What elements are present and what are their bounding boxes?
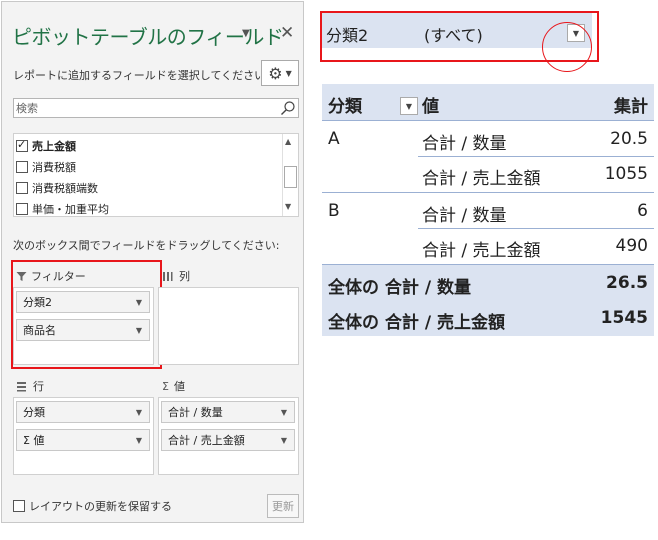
row-chip-values[interactable]: Σ 値 ▼ bbox=[16, 429, 150, 451]
choose-fields-label: レポートに追加するフィールドを選択してください: bbox=[13, 69, 269, 82]
field-checkbox[interactable] bbox=[16, 161, 28, 173]
chip-label: Σ 値 bbox=[23, 434, 45, 447]
search-input[interactable] bbox=[16, 101, 276, 115]
value-chip-sum-quantity[interactable]: 合計 / 数量 ▼ bbox=[161, 401, 295, 423]
pivottable-fields-pane: ピボットテーブルのフィールド ▼ ✕ レポートに追加するフィールドを選択してくだ… bbox=[1, 1, 304, 523]
pivot-header-row: 分類 値 集計 ▼ bbox=[322, 84, 654, 120]
scroll-up-icon[interactable]: ▲ bbox=[285, 137, 291, 146]
field-checkbox[interactable] bbox=[16, 203, 28, 215]
scroll-down-icon[interactable]: ▼ bbox=[285, 202, 291, 211]
header-total: 集計 bbox=[614, 97, 648, 117]
chip-label: 分類 bbox=[23, 406, 45, 419]
defer-label: レイアウトの更新を保留する bbox=[29, 500, 172, 513]
search-icon[interactable] bbox=[280, 100, 296, 116]
field-list-scrollbar[interactable]: ▲ ▼ bbox=[282, 134, 298, 216]
chevron-down-icon[interactable]: ▼ bbox=[136, 436, 142, 445]
table-row: 合計 / 売上金額 1055 bbox=[322, 156, 654, 192]
filter-area-highlight bbox=[11, 260, 162, 369]
total-value: 26.5 bbox=[606, 273, 648, 293]
row-group-label: A bbox=[328, 129, 340, 149]
header-category: 分類 bbox=[328, 97, 362, 117]
search-box[interactable] bbox=[13, 98, 299, 118]
field-label: 消費税額 bbox=[32, 161, 76, 174]
table-row: B 合計 / 数量 6 bbox=[322, 192, 654, 228]
row-label-dropdown-button[interactable]: ▼ bbox=[400, 97, 418, 115]
row-value: 1055 bbox=[604, 164, 648, 184]
field-label: 消費税額端数 bbox=[32, 182, 98, 195]
value-chip-sum-sales[interactable]: 合計 / 売上金額 ▼ bbox=[161, 429, 295, 451]
rows-area-title: 行 bbox=[16, 378, 44, 394]
update-button[interactable]: 更新 bbox=[267, 494, 299, 518]
row-measure: 合計 / 数量 bbox=[422, 206, 507, 226]
row-group-label: B bbox=[328, 201, 340, 221]
columns-area-box[interactable] bbox=[158, 287, 299, 365]
row-value: 6 bbox=[637, 201, 648, 221]
chevron-down-icon[interactable]: ▼ bbox=[281, 408, 287, 417]
chevron-down-icon[interactable]: ▼ bbox=[281, 436, 287, 445]
grand-total-row: 全体の 合計 / 数量 26.5 bbox=[322, 264, 654, 300]
rows-area-label: 行 bbox=[33, 380, 44, 393]
pivot-filter-highlight bbox=[320, 11, 599, 62]
values-area-box[interactable]: 合計 / 数量 ▼ 合計 / 売上金額 ▼ bbox=[158, 397, 299, 475]
grand-total-row: 全体の 合計 / 売上金額 1545 bbox=[322, 300, 654, 336]
columns-area-label: 列 bbox=[179, 270, 190, 283]
field-item-sales-amount[interactable]: 売上金額 bbox=[16, 136, 76, 156]
field-item-weighted-unit-price[interactable]: 単価・加重平均 bbox=[16, 199, 109, 216]
defer-layout-update[interactable]: レイアウトの更新を保留する bbox=[13, 498, 172, 514]
chevron-down-icon[interactable]: ▼ bbox=[136, 408, 142, 417]
defer-checkbox[interactable] bbox=[13, 500, 25, 512]
rows-icon bbox=[17, 381, 26, 391]
field-label: 単価・加重平均 bbox=[32, 203, 109, 216]
field-checkbox[interactable] bbox=[16, 182, 28, 194]
scroll-thumb[interactable] bbox=[284, 166, 297, 188]
chip-label: 合計 / 数量 bbox=[168, 406, 223, 419]
close-icon[interactable]: ✕ bbox=[280, 24, 294, 42]
row-measure: 合計 / 売上金額 bbox=[422, 169, 541, 189]
sigma-icon: Σ bbox=[162, 379, 169, 393]
gear-icon: ⚙ bbox=[268, 63, 283, 83]
row-chip-category[interactable]: 分類 ▼ bbox=[16, 401, 150, 423]
row-measure: 合計 / 数量 bbox=[422, 134, 507, 154]
header-values: 値 bbox=[422, 97, 439, 117]
field-list: 売上金額 消費税額 消費税額端数 単価・加重平均 ▲ ▼ bbox=[13, 133, 299, 217]
settings-button[interactable]: ⚙ ▼ bbox=[261, 60, 299, 86]
field-item-tax-amount[interactable]: 消費税額 bbox=[16, 157, 76, 177]
chevron-down-icon[interactable]: ▼ bbox=[242, 28, 250, 39]
chip-label: 合計 / 売上金額 bbox=[168, 434, 245, 447]
drag-fields-label: 次のボックス間でフィールドをドラッグしてください: bbox=[13, 239, 280, 252]
pivot-table: 分類2 (すべて) ▼ 分類 値 集計 ▼ A 合計 / 数量 20.5 合計 … bbox=[320, 6, 658, 336]
row-measure: 合計 / 売上金額 bbox=[422, 241, 541, 261]
total-value: 1545 bbox=[600, 308, 648, 328]
rows-area-box[interactable]: 分類 ▼ Σ 値 ▼ bbox=[13, 397, 154, 475]
caret-down-icon: ▼ bbox=[285, 68, 292, 78]
columns-area-title: 列 bbox=[162, 268, 190, 284]
table-row: 合計 / 売上金額 490 bbox=[322, 228, 654, 264]
field-label: 売上金額 bbox=[32, 140, 76, 153]
field-item-tax-fraction[interactable]: 消費税額端数 bbox=[16, 178, 98, 198]
values-area-title: Σ 値 bbox=[162, 378, 185, 394]
row-value: 20.5 bbox=[610, 129, 648, 149]
columns-icon bbox=[163, 271, 173, 281]
total-label: 全体の 合計 / 売上金額 bbox=[328, 313, 505, 333]
table-row: A 合計 / 数量 20.5 bbox=[322, 120, 654, 156]
values-area-label: 値 bbox=[173, 380, 185, 393]
row-value: 490 bbox=[615, 236, 648, 256]
field-checkbox[interactable] bbox=[16, 138, 28, 152]
total-label: 全体の 合計 / 数量 bbox=[328, 278, 471, 298]
